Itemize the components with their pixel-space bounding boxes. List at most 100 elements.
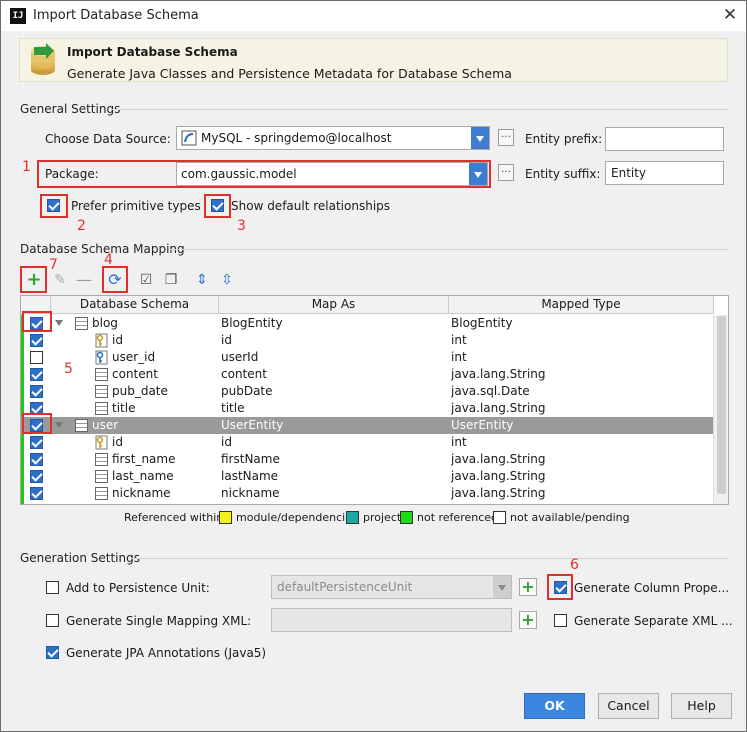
table-row[interactable]: nickname nickname java.lang.String [21,485,714,502]
column-header-mapped-type[interactable]: Mapped Type [449,296,714,314]
refresh-icon[interactable]: ⟳ [106,271,124,289]
map-as-cell[interactable]: UserEntity [221,417,447,434]
remove-icon[interactable]: — [75,271,93,289]
map-as-cell[interactable]: lastName [221,468,447,485]
schema-name-cell: user [92,418,119,432]
table-scrollbar[interactable] [713,315,728,504]
banner-title: Import Database Schema [67,45,238,59]
package-combo[interactable]: com.gaussic.model [176,162,488,186]
map-as-cell[interactable]: firstName [221,451,447,468]
mapped-type-cell[interactable]: java.lang.String [451,366,711,383]
help-button[interactable]: Help [671,693,732,719]
primary-key-icon [95,435,108,450]
persistence-unit-combo[interactable]: defaultPersistenceUnit [271,575,512,599]
schema-name-cell: blog [92,316,118,330]
legend-label-not-available: not available/pending [510,511,630,524]
map-as-cell[interactable]: userId [221,349,447,366]
row-checkbox[interactable] [30,334,43,347]
expand-arrow-icon[interactable] [55,320,63,326]
row-checkbox[interactable] [30,385,43,398]
datasource-combo[interactable]: MySQL - springdemo@localhost [176,126,490,150]
table-row[interactable]: id id int [21,434,714,451]
add-persistence-unit-button[interactable]: + [519,578,537,596]
database-import-icon [31,43,55,75]
column-header-map-as[interactable]: Map As [219,296,449,314]
uncheck-all-icon[interactable]: ❐ [162,271,180,289]
mapped-type-cell[interactable]: java.lang.String [451,468,711,485]
schema-name-cell: last_name [112,469,174,483]
close-icon[interactable]: ✕ [719,4,741,26]
map-as-cell[interactable]: id [221,434,447,451]
table-row[interactable]: first_name firstName java.lang.String [21,451,714,468]
table-row[interactable]: blog BlogEntity BlogEntity [21,315,714,332]
prefer-primitive-checkbox[interactable] [47,199,60,212]
edit-icon[interactable]: ✎ [51,271,69,289]
gen-separate-xml-label: Generate Separate XML ... [574,614,733,628]
map-as-cell[interactable]: BlogEntity [221,315,447,332]
gen-single-xml-checkbox[interactable] [46,614,59,627]
chevron-down-icon[interactable] [493,576,511,598]
mapped-type-cell[interactable]: java.lang.String [451,400,711,417]
map-as-cell[interactable]: title [221,400,447,417]
table-row[interactable]: content content java.lang.String [21,366,714,383]
row-checkbox[interactable] [30,487,43,500]
map-as-cell[interactable]: content [221,366,447,383]
datasource-browse-button[interactable]: … [498,129,514,146]
table-row[interactable]: title title java.lang.String [21,400,714,417]
table-row[interactable]: user_id userId int [21,349,714,366]
mapped-type-cell[interactable]: java.sql.Date [451,383,711,400]
show-default-rel-label: Show default relationships [231,199,391,213]
table-row[interactable]: id id int [21,332,714,349]
single-xml-field[interactable] [271,608,512,632]
table-row[interactable]: pub_date pubDate java.sql.Date [21,383,714,400]
column-icon [95,487,108,500]
chevron-down-icon[interactable] [471,127,489,149]
legend-swatch-not-referenced [400,511,413,524]
expand-all-icon[interactable]: ⇕ [193,271,211,289]
row-checkbox[interactable] [30,470,43,483]
column-icon [95,385,108,398]
legend-swatch-module [219,511,232,524]
schema-name-cell: content [112,367,158,381]
table-row[interactable]: last_name lastName java.lang.String [21,468,714,485]
gen-column-props-checkbox[interactable] [554,581,567,594]
ok-button[interactable]: OK [524,693,585,719]
table-icon [75,317,88,330]
mapped-type-cell[interactable]: UserEntity [451,417,711,434]
check-all-icon[interactable]: ☑ [137,271,155,289]
add-icon[interactable]: + [25,271,43,289]
row-checkbox[interactable] [30,351,43,364]
mapped-type-cell[interactable]: int [451,434,711,451]
scrollbar-thumb[interactable] [717,316,726,494]
entity-suffix-input[interactable]: Entity [605,161,724,185]
title-bar: IJ Import Database Schema ✕ [1,1,746,31]
cancel-button[interactable]: Cancel [598,693,659,719]
row-checkbox[interactable] [30,436,43,449]
add-persistence-checkbox[interactable] [46,581,59,594]
map-as-cell[interactable]: nickname [221,485,447,502]
package-browse-button[interactable]: … [498,164,514,181]
mapped-type-cell[interactable]: BlogEntity [451,315,711,332]
entity-prefix-input[interactable] [605,127,724,151]
mapped-type-cell[interactable]: java.lang.String [451,451,711,468]
expand-arrow-icon[interactable] [55,422,63,428]
mapped-type-cell[interactable]: int [451,332,711,349]
map-as-cell[interactable]: pubDate [221,383,447,400]
gen-jpa-checkbox[interactable] [46,646,59,659]
row-checkbox[interactable] [30,453,43,466]
collapse-all-icon[interactable]: ⇳ [218,271,236,289]
mapped-type-cell[interactable]: java.lang.String [451,485,711,502]
chevron-down-icon[interactable] [469,163,487,185]
mapped-type-cell[interactable]: int [451,349,711,366]
annotation-3: 3 [237,218,246,234]
add-xml-button[interactable]: + [519,611,537,629]
gen-separate-xml-checkbox[interactable] [554,614,567,627]
table-row[interactable]: user UserEntity UserEntity [21,417,714,434]
column-icon [95,453,108,466]
row-checkbox[interactable] [30,368,43,381]
map-as-cell[interactable]: id [221,332,447,349]
show-default-rel-checkbox[interactable] [211,199,224,212]
general-settings-heading: General Settings [20,102,121,116]
annotation-6: 6 [570,557,579,573]
column-header-schema[interactable]: Database Schema [51,296,219,314]
